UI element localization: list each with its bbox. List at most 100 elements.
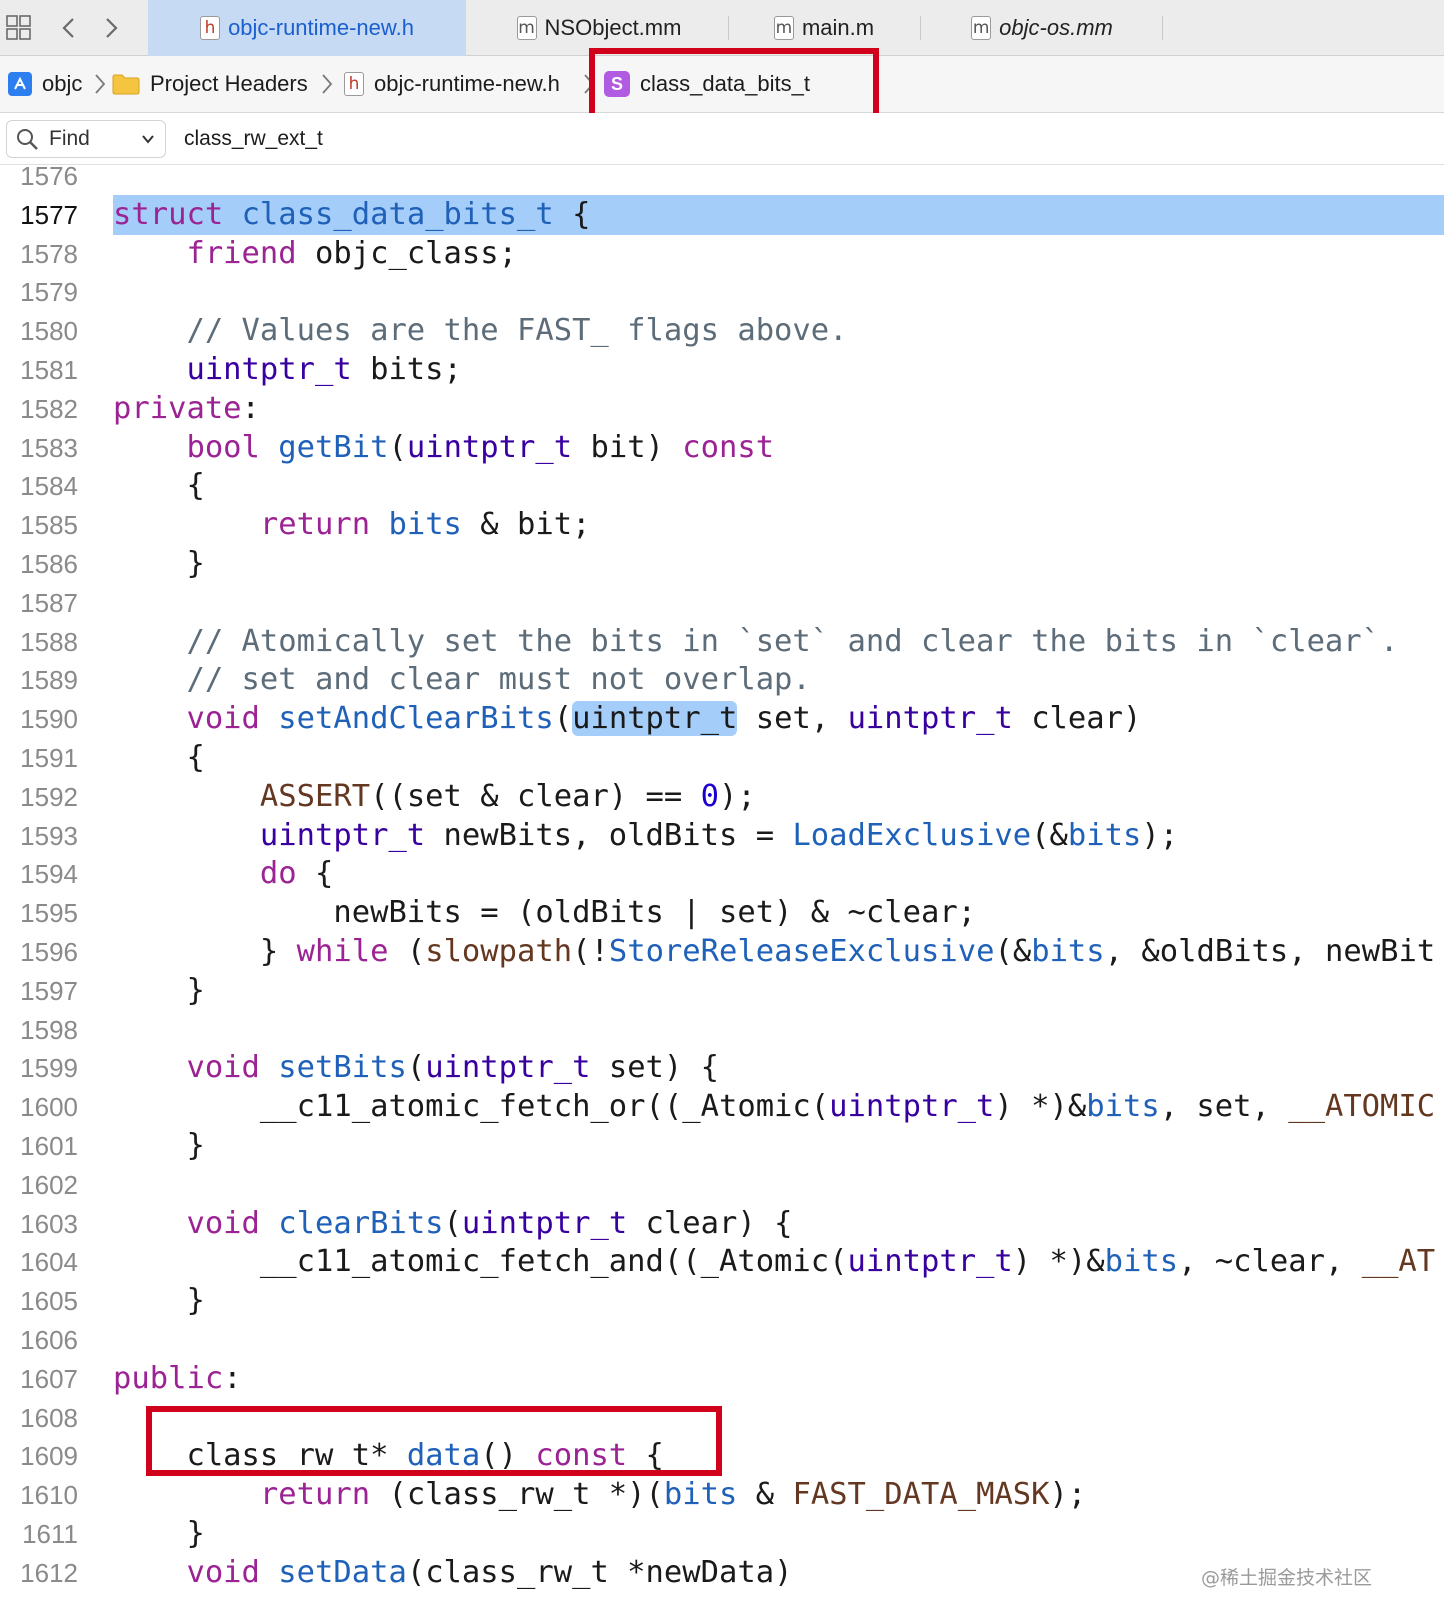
code-token: getBit: [278, 429, 389, 465]
code-token: :: [223, 1360, 242, 1396]
code-line[interactable]: 1593 uintptr_t newBits, oldBits = LoadEx…: [0, 816, 1444, 856]
code-token: }: [113, 934, 297, 969]
code-line[interactable]: 1587: [0, 583, 1444, 623]
code-line[interactable]: 1590 void setAndClearBits(uintptr_t set,…: [0, 699, 1444, 739]
breadcrumb-project[interactable]: objc: [8, 56, 82, 112]
code-line[interactable]: 1580 // Values are the FAST_ flags above…: [0, 311, 1444, 351]
find-input[interactable]: [172, 120, 1444, 158]
code-token: LoadExclusive: [792, 817, 1032, 853]
breadcrumb-label: objc-runtime-new.h: [374, 71, 560, 96]
breadcrumb-group[interactable]: Project Headers: [112, 56, 308, 112]
code-line[interactable]: 1602: [0, 1165, 1444, 1205]
code-line[interactable]: 1605 }: [0, 1281, 1444, 1321]
tab-objc-os-mm[interactable]: m objc-os.mm: [922, 0, 1162, 56]
line-number: 1607: [20, 1363, 78, 1394]
find-mode-popup[interactable]: Find: [6, 120, 166, 158]
chevron-right-icon[interactable]: [100, 14, 122, 42]
code-line[interactable]: 1594 do {: [0, 854, 1444, 894]
grid-icon[interactable]: [5, 14, 33, 42]
code-editor[interactable]: 1576 1577 struct class_data_bits_t {1578 f…: [0, 165, 1444, 1618]
line-number: 1586: [20, 549, 78, 579]
tab-objc-runtime-new-h[interactable]: h objc-runtime-new.h: [148, 0, 466, 56]
code-line[interactable]: 1585 return bits & bit;: [0, 505, 1444, 545]
code-line[interactable]: 1582 private:: [0, 389, 1444, 429]
line-number: 1608: [20, 1402, 78, 1433]
line-number: 1612: [20, 1557, 78, 1588]
find-mode-label: Find: [49, 127, 90, 150]
line-number: 1593: [20, 820, 78, 851]
code-line[interactable]: 1591 {: [0, 738, 1444, 778]
code-token: (&: [994, 934, 1032, 969]
code-line[interactable]: 1595 newBits = (oldBits | set) & ~clear;: [0, 893, 1444, 933]
code-line[interactable]: 1577 struct class_data_bits_t {: [0, 194, 1444, 235]
code-token: void: [186, 701, 260, 737]
line-number: 1578: [20, 238, 78, 269]
code-token: bits;: [351, 352, 462, 387]
code-token: void: [186, 1554, 260, 1590]
code-line[interactable]: 1606: [0, 1320, 1444, 1360]
code-token: uintptr_t: [461, 1205, 628, 1241]
code-line[interactable]: 1588 // Atomically set the bits in `set`…: [0, 622, 1444, 662]
line-number: 1577: [20, 199, 78, 230]
objc-file-icon: m: [971, 16, 992, 40]
code-line[interactable]: 1598: [0, 1010, 1444, 1050]
code-token: FAST_DATA_MASK: [792, 1477, 1050, 1513]
code-text: __c11_atomic_fetch_and((_Atomic(uintptr_…: [113, 1242, 1444, 1282]
code-line[interactable]: 1599 void setBits(uintptr_t set) {: [0, 1048, 1444, 1088]
code-line[interactable]: 1604 __c11_atomic_fetch_and((_Atomic(uin…: [0, 1242, 1444, 1282]
line-number: 1591: [20, 743, 78, 773]
code-token: __c11_atomic_fetch_or((_Atomic(: [113, 1089, 830, 1125]
code-text: void setBits(uintptr_t set) {: [113, 1048, 1444, 1088]
code-text: __c11_atomic_fetch_or((_Atomic(uintptr_t…: [113, 1087, 1444, 1127]
tab-label: objc-os.mm: [999, 15, 1113, 40]
code-line[interactable]: 1589 // set and clear must not overlap.: [0, 660, 1444, 700]
code-token: }: [113, 972, 205, 1008]
code-text: // set and clear must not overlap.: [113, 660, 1444, 700]
breadcrumb-label: Project Headers: [150, 71, 308, 96]
code-token: newBits = (oldBits | set) & ~clear;: [113, 895, 977, 931]
breadcrumb-file[interactable]: h objc-runtime-new.h: [344, 56, 560, 112]
code-line[interactable]: 1579: [0, 272, 1444, 312]
code-line[interactable]: 1592 ASSERT((set & clear) == 0);: [0, 777, 1444, 817]
code-line[interactable]: 1584 {: [0, 466, 1444, 506]
code-line[interactable]: 1611 }: [0, 1514, 1444, 1554]
chevron-left-icon[interactable]: [58, 14, 80, 42]
code-line[interactable]: 1597 }: [0, 971, 1444, 1011]
code-token: bits: [1031, 934, 1105, 969]
code-text: private:: [113, 389, 1444, 429]
line-number: 1609: [20, 1441, 78, 1472]
code-line[interactable]: 1607 public:: [0, 1359, 1444, 1399]
code-token: {: [113, 468, 205, 504]
code-token: uintptr_t: [425, 1050, 591, 1086]
code-text: uintptr_t bits;: [113, 350, 1444, 390]
code-line[interactable]: 1586 }: [0, 544, 1444, 584]
line-number: 1604: [20, 1247, 78, 1278]
code-line[interactable]: 1578 friend objc_class;: [0, 234, 1444, 274]
code-token: uintptr_t: [186, 352, 352, 387]
code-line[interactable]: 1600 __c11_atomic_fetch_or((_Atomic(uint…: [0, 1087, 1444, 1127]
code-line[interactable]: 1596 } while (slowpath(!StoreReleaseExcl…: [0, 932, 1444, 972]
code-line[interactable]: 1603 void clearBits(uintptr_t clear) {: [0, 1204, 1444, 1244]
code-line[interactable]: 1581 uintptr_t bits;: [0, 350, 1444, 390]
code-line[interactable]: 1610 return (class_rw_t *)(bits & FAST_D…: [0, 1475, 1444, 1515]
code-token: ((set & clear) ==: [370, 778, 701, 814]
code-token: public: [113, 1360, 224, 1396]
code-token: , set,: [1159, 1089, 1289, 1125]
code-line[interactable]: 1583 bool getBit(uintptr_t bit) const: [0, 428, 1444, 468]
code-text: // Atomically set the bits in `set` and …: [113, 622, 1444, 662]
code-token: );: [719, 778, 756, 814]
folder-icon: [112, 74, 140, 95]
code-line[interactable]: 1576: [0, 165, 1444, 196]
code-token: bits: [1067, 817, 1142, 853]
line-number: 1600: [20, 1092, 78, 1123]
line-number: 1582: [20, 393, 78, 424]
code-line[interactable]: 1601 }: [0, 1126, 1444, 1166]
code-token: uintptr_t: [406, 429, 573, 465]
